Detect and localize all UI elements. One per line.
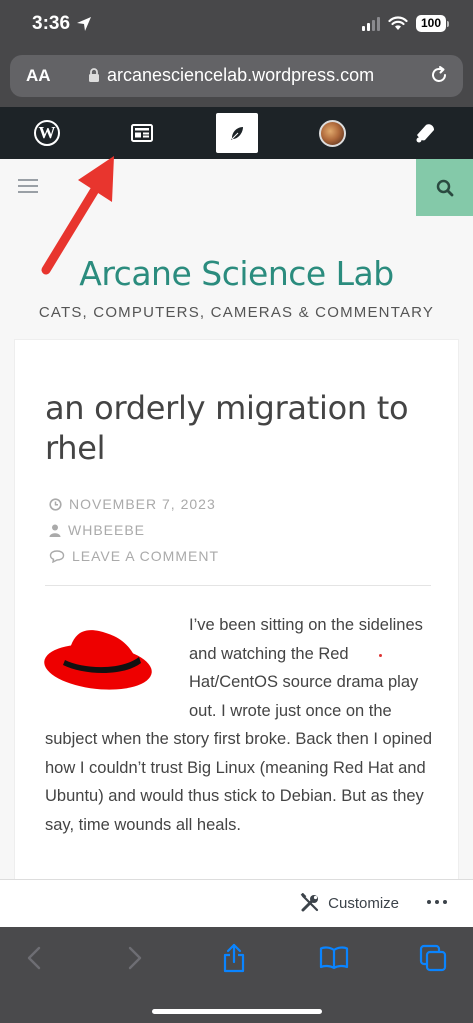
url-display[interactable]: arcanesciencelab.wordpress.com — [88, 65, 374, 86]
clock-icon — [49, 497, 62, 511]
battery-level: 100 — [416, 15, 446, 32]
write-post-button[interactable] — [207, 107, 267, 159]
site-title[interactable]: Arcane Science Lab — [0, 254, 473, 293]
address-bar-area: AA arcanesciencelab.wordpress.com — [0, 52, 473, 107]
status-bar: 3:36 100 — [0, 0, 473, 52]
back-button[interactable] — [12, 943, 56, 973]
bookmarks-button[interactable] — [312, 943, 356, 973]
lock-icon — [89, 68, 99, 82]
share-icon — [223, 943, 245, 973]
search-button[interactable] — [416, 159, 473, 216]
user-account-button[interactable] — [302, 107, 362, 159]
user-icon — [49, 524, 61, 537]
home-indicator — [152, 1009, 322, 1014]
comments-icon — [49, 549, 65, 563]
red-dot — [379, 654, 382, 657]
reload-button[interactable] — [429, 65, 449, 90]
status-time: 3:36 — [32, 13, 92, 35]
wordpress-menu-button[interactable]: W — [17, 107, 77, 159]
notifications-bell-icon — [416, 124, 434, 143]
tools-icon — [300, 893, 319, 912]
post-date[interactable]: NOVEMBER 7, 2023 — [49, 496, 216, 512]
wordpress-admin-bar: W — [0, 107, 473, 159]
post-excerpt: I’ve been sitting on the sidelines and w… — [45, 616, 433, 834]
share-button[interactable] — [212, 943, 256, 973]
url-text: arcanesciencelab.wordpress.com — [107, 65, 375, 85]
tabs-button[interactable] — [411, 943, 455, 973]
location-arrow-icon — [77, 17, 92, 31]
address-bar[interactable]: AA arcanesciencelab.wordpress.com — [10, 55, 463, 97]
post-title[interactable]: an orderly migration to rhel — [45, 388, 425, 468]
post-author[interactable]: WHBEEBE — [49, 522, 145, 538]
hamburger-menu-icon[interactable] — [18, 179, 38, 193]
web-page: Arcane Science Lab CATS, COMPUTERS, CAME… — [0, 159, 473, 879]
notifications-button[interactable] — [396, 107, 456, 159]
search-icon — [436, 179, 453, 196]
leave-comment-link[interactable]: LEAVE A COMMENT — [49, 548, 219, 564]
reader-icon — [131, 124, 153, 142]
feather-icon — [231, 127, 243, 140]
cellular-signal-icon — [362, 16, 380, 31]
post-card: an orderly migration to rhel NOVEMBER 7,… — [14, 339, 459, 879]
more-options-button[interactable] — [427, 900, 447, 904]
text-size-button[interactable]: AA — [26, 66, 51, 86]
clock: 3:36 — [32, 13, 71, 34]
forward-button[interactable] — [113, 943, 157, 973]
reload-icon — [432, 66, 446, 82]
book-icon — [319, 946, 349, 970]
battery-icon: 100 — [416, 15, 449, 32]
meta-divider — [45, 585, 431, 586]
tabs-icon — [419, 944, 447, 972]
customize-bar: Customize — [0, 879, 473, 927]
reader-button[interactable] — [112, 107, 172, 159]
chevron-right-icon — [128, 946, 142, 970]
browser-toolbar — [0, 927, 473, 1023]
wordpress-logo-icon: W — [34, 120, 60, 146]
customize-button[interactable]: Customize — [300, 893, 399, 913]
wifi-icon — [388, 16, 408, 30]
site-description: CATS, COMPUTERS, CAMERAS & COMMENTARY — [38, 304, 435, 321]
chevron-left-icon — [27, 946, 41, 970]
user-avatar — [318, 119, 346, 147]
